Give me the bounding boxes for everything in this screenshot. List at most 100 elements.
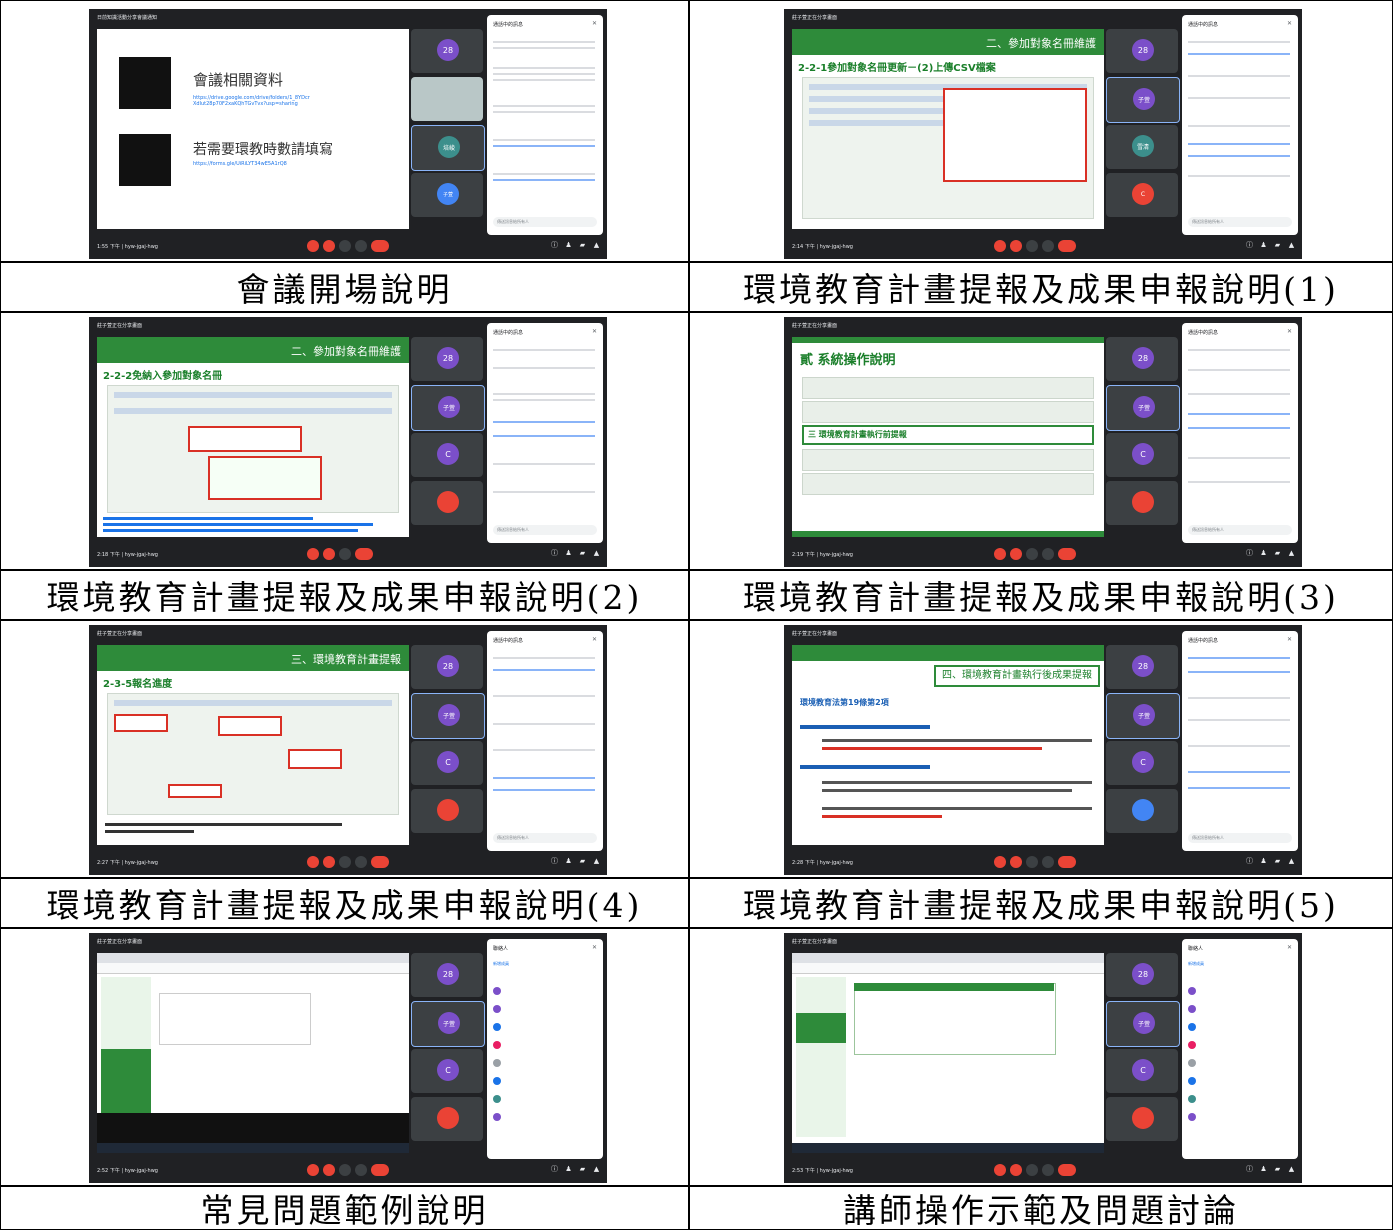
camera-off-icon[interactable] xyxy=(323,1164,335,1176)
chat-link[interactable] xyxy=(1188,143,1290,145)
more-options-icon[interactable] xyxy=(355,1164,367,1176)
chat-link[interactable] xyxy=(1188,771,1290,773)
participant-tile[interactable] xyxy=(1106,1097,1178,1141)
end-call-icon[interactable] xyxy=(1058,240,1076,252)
chat-link[interactable] xyxy=(493,145,595,147)
chat-link[interactable] xyxy=(493,435,595,437)
chat-icon[interactable]: ▰ xyxy=(1274,550,1281,557)
chat-icon[interactable]: ▰ xyxy=(579,550,586,557)
participant-tile[interactable]: C xyxy=(411,1049,483,1093)
mic-off-icon[interactable] xyxy=(994,1164,1006,1176)
camera-off-icon[interactable] xyxy=(1010,240,1022,252)
participant-tile[interactable]: C xyxy=(1106,1049,1178,1093)
people-icon[interactable]: ♟ xyxy=(1260,858,1267,865)
participant-count-tile[interactable]: 28 xyxy=(411,645,483,689)
participant-tile[interactable]: 子萱 xyxy=(411,173,483,217)
info-icon[interactable]: ⓘ xyxy=(1246,550,1253,557)
chat-input[interactable]: 傳送訊息給所有人 xyxy=(1188,217,1292,227)
captions-icon[interactable] xyxy=(1026,856,1038,868)
mic-off-icon[interactable] xyxy=(307,240,319,252)
participant-tile[interactable] xyxy=(1106,481,1178,525)
chat-link[interactable] xyxy=(1188,787,1290,789)
chat-input[interactable]: 傳送訊息給所有人 xyxy=(493,525,597,535)
chat-link[interactable] xyxy=(493,669,595,671)
end-call-icon[interactable] xyxy=(371,1164,389,1176)
participant-tile[interactable]: 子萱 xyxy=(411,1001,485,1047)
participant-tile[interactable]: 培峻 xyxy=(411,125,485,171)
captions-icon[interactable] xyxy=(339,548,351,560)
mic-off-icon[interactable] xyxy=(307,856,319,868)
participant-count-tile[interactable]: 28 xyxy=(411,337,483,381)
captions-icon[interactable] xyxy=(339,856,351,868)
chat-input[interactable]: 傳送訊息給所有人 xyxy=(1188,833,1292,843)
chat-input[interactable]: 傳送訊息給所有人 xyxy=(493,833,597,843)
more-options-icon[interactable] xyxy=(1042,856,1054,868)
activities-icon[interactable]: ▲ xyxy=(1288,858,1295,865)
activities-icon[interactable]: ▲ xyxy=(1288,242,1295,249)
more-options-icon[interactable] xyxy=(1042,240,1054,252)
people-icon[interactable]: ♟ xyxy=(1260,1166,1267,1173)
camera-off-icon[interactable] xyxy=(323,240,335,252)
participant-tile[interactable]: C xyxy=(411,741,483,785)
participant-tile[interactable]: 子萱 xyxy=(411,693,485,739)
chat-link[interactable] xyxy=(1188,413,1290,415)
participant-tile[interactable] xyxy=(411,1097,483,1141)
camera-off-icon[interactable] xyxy=(1010,548,1022,560)
participant-count-tile[interactable]: 28 xyxy=(1106,337,1178,381)
chat-link[interactable] xyxy=(1188,671,1290,673)
info-icon[interactable]: ⓘ xyxy=(1246,1166,1253,1173)
participant-tile[interactable]: 子萱 xyxy=(1106,385,1180,431)
info-icon[interactable]: ⓘ xyxy=(551,550,558,557)
camera-off-icon[interactable] xyxy=(323,856,335,868)
chat-link[interactable] xyxy=(493,421,595,423)
people-icon[interactable]: ♟ xyxy=(565,550,572,557)
chat-icon[interactable]: ▰ xyxy=(1274,858,1281,865)
participant-count-tile[interactable]: 28 xyxy=(1106,29,1178,73)
camera-off-icon[interactable] xyxy=(1010,1164,1022,1176)
close-icon[interactable]: ✕ xyxy=(1287,636,1292,643)
mic-off-icon[interactable] xyxy=(307,1164,319,1176)
participant-tile[interactable]: C xyxy=(411,433,483,477)
captions-icon[interactable] xyxy=(1026,548,1038,560)
captions-icon[interactable] xyxy=(339,1164,351,1176)
activities-icon[interactable]: ▲ xyxy=(1288,550,1295,557)
chat-link[interactable] xyxy=(1188,657,1290,659)
participant-count-tile[interactable]: 28 xyxy=(411,953,483,997)
info-icon[interactable]: ⓘ xyxy=(551,1166,558,1173)
activities-icon[interactable]: ▲ xyxy=(1288,1166,1295,1173)
people-icon[interactable]: ♟ xyxy=(1260,242,1267,249)
activities-icon[interactable]: ▲ xyxy=(593,1166,600,1173)
participant-count-tile[interactable]: 28 xyxy=(1106,645,1178,689)
info-icon[interactable]: ⓘ xyxy=(551,242,558,249)
add-people-button[interactable]: 新增成員 xyxy=(1188,961,1204,967)
people-icon[interactable]: ♟ xyxy=(1260,550,1267,557)
end-call-icon[interactable] xyxy=(355,548,373,560)
activities-icon[interactable]: ▲ xyxy=(593,858,600,865)
chat-link[interactable] xyxy=(493,789,595,791)
more-options-icon[interactable] xyxy=(1042,548,1054,560)
close-icon[interactable]: ✕ xyxy=(592,636,597,643)
more-options-icon[interactable] xyxy=(355,240,367,252)
chat-icon[interactable]: ▰ xyxy=(1274,1166,1281,1173)
participant-tile[interactable]: 子萱 xyxy=(1106,77,1180,123)
end-call-icon[interactable] xyxy=(1058,548,1076,560)
mic-off-icon[interactable] xyxy=(994,856,1006,868)
participant-tile[interactable] xyxy=(411,789,483,833)
camera-off-icon[interactable] xyxy=(1010,856,1022,868)
chat-link[interactable] xyxy=(1188,427,1290,429)
participant-count-tile[interactable]: 28 xyxy=(1106,953,1178,997)
captions-icon[interactable] xyxy=(1026,1164,1038,1176)
people-icon[interactable]: ♟ xyxy=(565,858,572,865)
info-icon[interactable]: ⓘ xyxy=(1246,858,1253,865)
mic-off-icon[interactable] xyxy=(994,240,1006,252)
chat-icon[interactable]: ▰ xyxy=(579,1166,586,1173)
close-icon[interactable]: ✕ xyxy=(1287,328,1292,335)
chat-link[interactable] xyxy=(1188,155,1290,157)
camera-tile[interactable] xyxy=(411,77,483,121)
activities-icon[interactable]: ▲ xyxy=(593,242,600,249)
close-icon[interactable]: ✕ xyxy=(1287,20,1292,27)
people-icon[interactable]: ♟ xyxy=(565,242,572,249)
chat-icon[interactable]: ▰ xyxy=(579,858,586,865)
more-options-icon[interactable] xyxy=(355,856,367,868)
activities-icon[interactable]: ▲ xyxy=(593,550,600,557)
